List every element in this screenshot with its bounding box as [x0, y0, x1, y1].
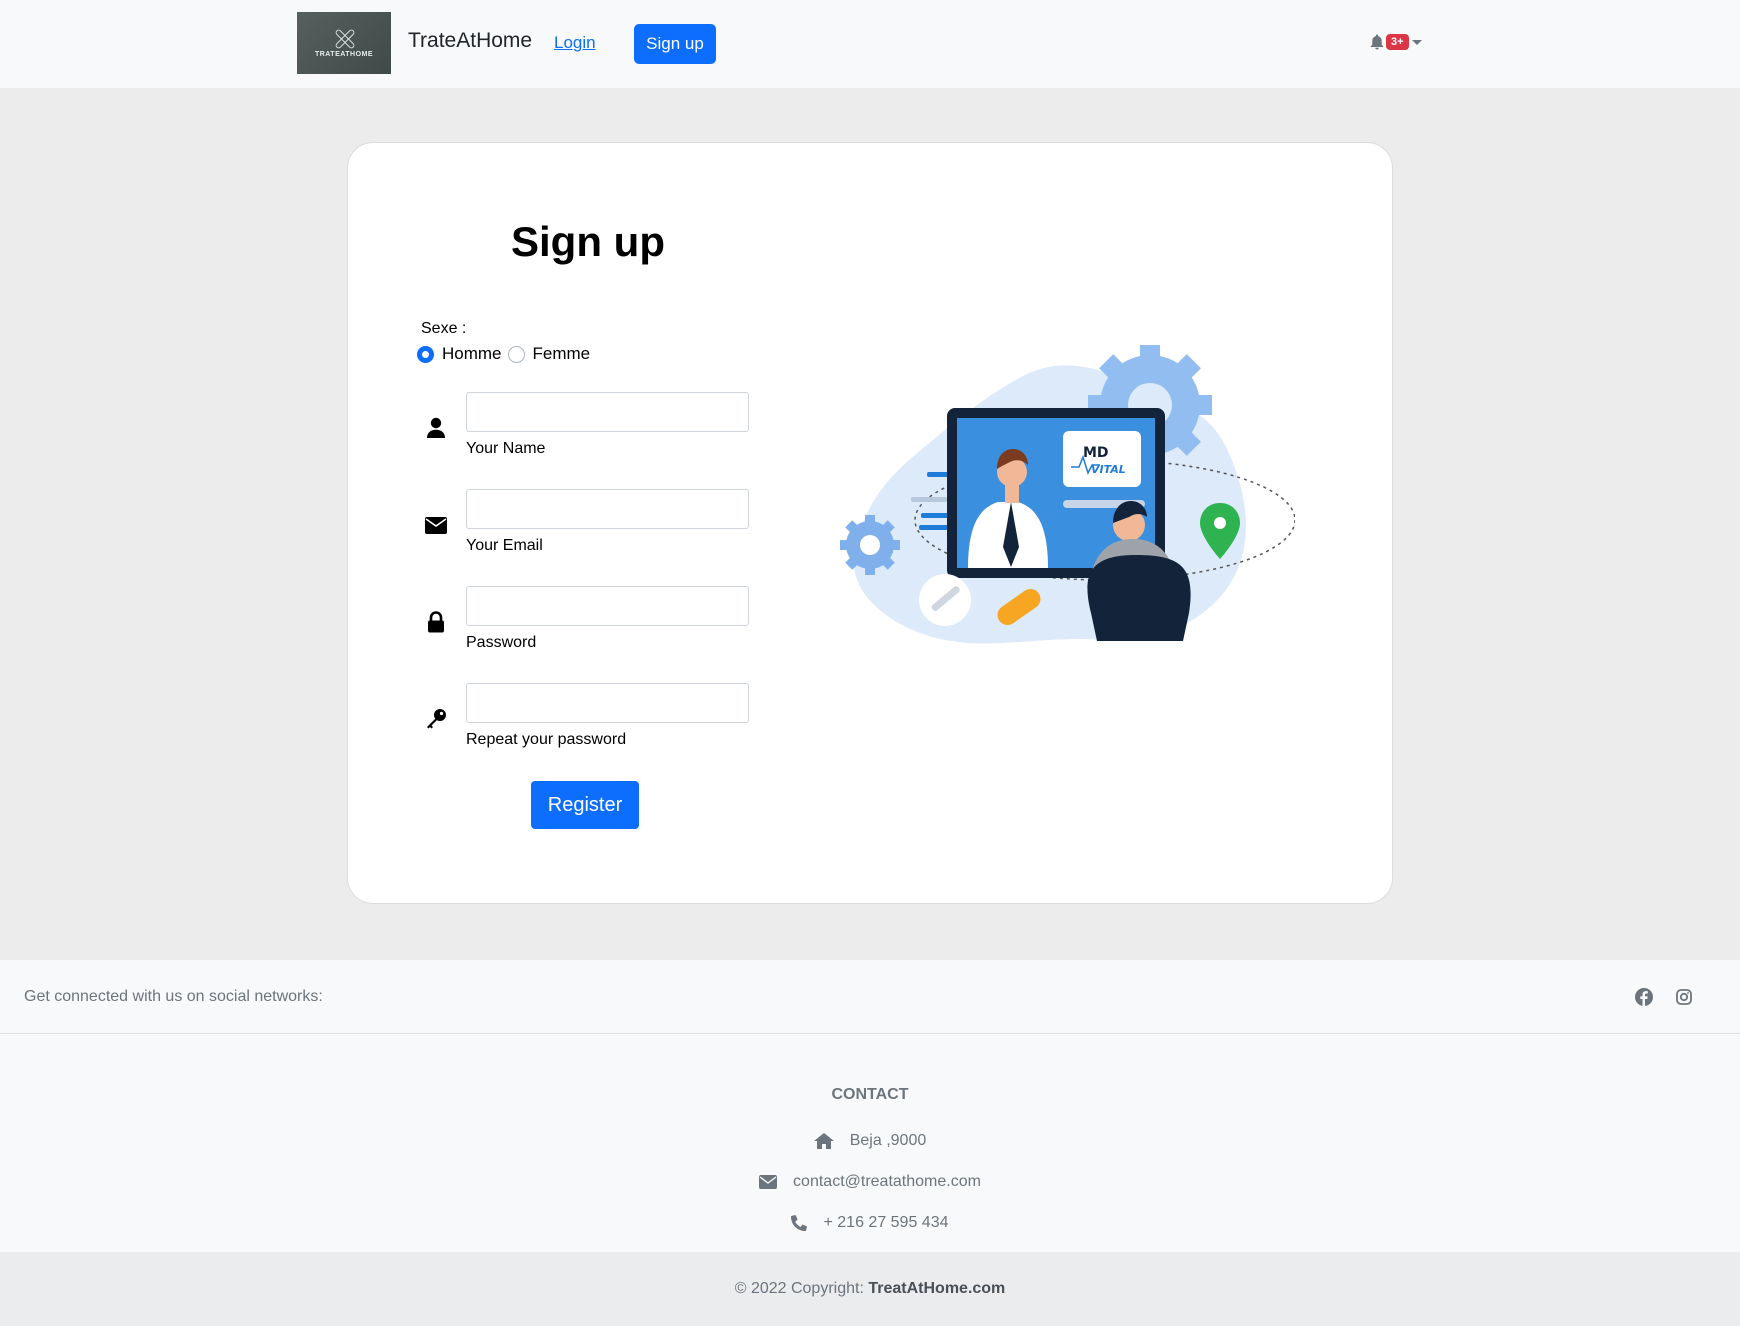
small-gear-icon [840, 515, 900, 575]
contact-email: contact@treatathome.com [0, 1173, 1740, 1191]
copyright-prefix: © 2022 Copyright: [734, 1280, 864, 1297]
telemedicine-illustration: MD VITAL [840, 345, 1295, 644]
social-text: Get connected with us on social networks… [24, 988, 323, 1005]
register-button[interactable]: Register [531, 781, 639, 829]
brand-name[interactable]: TrateAtHome [408, 29, 532, 53]
radio-femme[interactable] [507, 345, 525, 363]
notification-badge: 3+ [1386, 34, 1409, 50]
password-input[interactable] [466, 586, 749, 626]
gender-radio-group: Homme Femme [417, 344, 596, 364]
sexe-label: Sexe : [421, 320, 467, 337]
repeat-password-input[interactable] [466, 683, 749, 723]
email-label: Your Email [466, 537, 543, 554]
radio-homme-label[interactable]: Homme [442, 344, 502, 364]
envelope-icon [759, 1175, 778, 1189]
copyright-site-link[interactable]: TreatAtHome.com [868, 1280, 1005, 1297]
lock-icon [424, 610, 448, 634]
dropdown-caret-icon [1411, 39, 1422, 45]
key-icon [424, 707, 448, 731]
user-icon [424, 416, 448, 440]
notification-dropdown[interactable]: 3+ [1370, 34, 1422, 50]
contact-section: CONTACT Beja ,9000 contact@treatathome.c… [0, 1034, 1740, 1252]
email-input[interactable] [466, 489, 749, 529]
email-text[interactable]: contact@treatathome.com [793, 1173, 981, 1191]
repeat-password-field-group: Repeat your password [424, 683, 754, 753]
svg-text:MD: MD [1083, 445, 1109, 461]
phone-text: + 216 27 595 434 [823, 1214, 949, 1231]
name-label: Your Name [466, 440, 546, 457]
page-title: Sign up [511, 218, 665, 265]
social-bar: Get connected with us on social networks… [0, 960, 1740, 1034]
copyright-bar: © 2022 Copyright: TreatAtHome.com [0, 1252, 1740, 1326]
phone-icon [791, 1215, 808, 1231]
radio-femme-label[interactable]: Femme [533, 344, 591, 364]
navbar: TRATEATHOME TrateAtHome Login Sign up 3+ [0, 0, 1740, 88]
password-label: Password [466, 634, 537, 651]
address-text: Beja ,9000 [849, 1132, 927, 1149]
brand-logo[interactable]: TRATEATHOME [297, 12, 391, 74]
contact-address: Beja ,9000 [0, 1132, 1740, 1150]
email-field-group: Your Email [424, 489, 754, 559]
login-link[interactable]: Login [554, 33, 596, 53]
signup-nav-button[interactable]: Sign up [634, 24, 716, 64]
repeat-password-label: Repeat your password [466, 731, 627, 748]
logo-mark-icon [335, 29, 353, 47]
name-field-group: Your Name [424, 392, 754, 462]
radio-homme[interactable] [417, 345, 434, 363]
logo-text: TRATEATHOME [314, 50, 374, 58]
name-input[interactable] [466, 392, 749, 432]
contact-title: CONTACT [831, 1086, 909, 1103]
envelope-icon [424, 513, 448, 537]
bell-icon [1370, 34, 1384, 50]
facebook-icon[interactable] [1634, 987, 1654, 1007]
home-icon [813, 1133, 834, 1149]
instagram-icon[interactable] [1674, 987, 1694, 1007]
contact-phone: + 216 27 595 434 [0, 1214, 1740, 1232]
password-field-group: Password [424, 586, 754, 656]
